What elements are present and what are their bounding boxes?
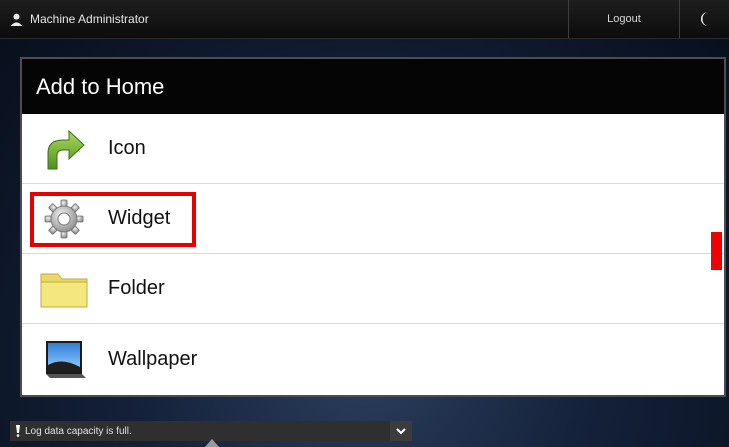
drawer-handle[interactable] <box>205 439 219 447</box>
menu-item-label: Icon <box>108 137 146 159</box>
menu-item-folder[interactable]: Folder <box>22 254 724 324</box>
moon-icon <box>700 12 708 26</box>
user-icon <box>10 13 23 26</box>
energy-saver-button[interactable] <box>680 0 729 38</box>
alert-icon <box>16 425 20 437</box>
wallpaper-icon <box>39 334 89 384</box>
highlight-box <box>30 192 196 247</box>
arrow-shortcut-icon <box>39 124 89 174</box>
menu-item-label: Folder <box>108 277 165 299</box>
top-bar: Machine Administrator Logout <box>0 0 729 39</box>
user-name: Machine Administrator <box>30 12 149 26</box>
menu-item-label: Wallpaper <box>108 347 198 370</box>
menu-item-icon[interactable]: Icon <box>22 114 724 184</box>
user-info: Machine Administrator <box>10 0 149 38</box>
add-to-home-dialog: Add to Home Icon Widget Folder Wallpaper <box>20 57 726 397</box>
menu-item-widget[interactable]: Widget <box>22 184 724 254</box>
folder-icon <box>39 264 89 314</box>
scroll-indicator <box>711 232 722 270</box>
status-bar[interactable]: Log data capacity is full. <box>10 421 412 441</box>
logout-button[interactable]: Logout <box>569 0 679 38</box>
menu-item-wallpaper[interactable]: Wallpaper <box>22 324 724 394</box>
dialog-title: Add to Home <box>22 59 724 114</box>
expand-button[interactable] <box>390 421 412 441</box>
status-message: Log data capacity is full. <box>25 425 132 437</box>
chevron-down-icon <box>396 427 406 434</box>
